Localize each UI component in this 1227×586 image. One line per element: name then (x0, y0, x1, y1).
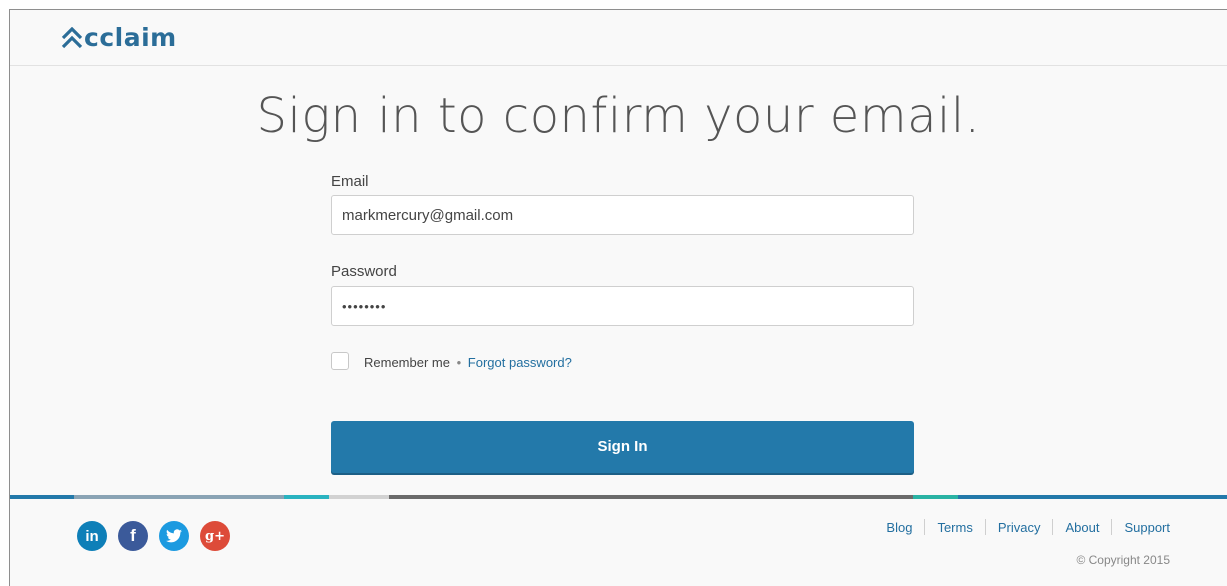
forgot-password-link[interactable]: Forgot password? (468, 355, 572, 370)
footer: in f g+ Blog Terms Privacy About Support… (10, 499, 1227, 586)
header: cclaim (10, 10, 1227, 66)
logo-chevron-icon (61, 27, 83, 49)
footer-link-support[interactable]: Support (1112, 520, 1170, 535)
footer-links: Blog Terms Privacy About Support (874, 519, 1170, 535)
remember-me-checkbox[interactable] (331, 352, 349, 370)
bullet-separator: • (456, 355, 462, 370)
brand-name: cclaim (84, 23, 177, 52)
footer-link-terms[interactable]: Terms (925, 520, 984, 535)
footer-link-blog[interactable]: Blog (874, 520, 924, 535)
social-links: in f g+ (77, 521, 230, 551)
email-field[interactable]: markmercury@gmail.com (331, 195, 914, 235)
linkedin-icon[interactable]: in (77, 521, 107, 551)
remember-me-row: Remember me • Forgot password? (364, 355, 572, 370)
twitter-bird-icon (166, 529, 182, 543)
footer-link-privacy[interactable]: Privacy (986, 520, 1053, 535)
password-field[interactable]: •••••••• (331, 286, 914, 326)
google-plus-icon[interactable]: g+ (200, 521, 230, 551)
facebook-icon[interactable]: f (118, 521, 148, 551)
sign-in-button[interactable]: Sign In (331, 421, 914, 473)
copyright-text: © Copyright 2015 (1076, 553, 1170, 567)
page: cclaim Sign in to confirm your email. Em… (9, 9, 1227, 586)
footer-link-about[interactable]: About (1053, 520, 1111, 535)
email-label: Email (331, 173, 369, 190)
remember-me-label: Remember me (364, 355, 450, 370)
password-label: Password (331, 263, 397, 280)
twitter-icon[interactable] (159, 521, 189, 551)
page-title: Sign in to confirm your email. (256, 88, 981, 144)
brand-logo[interactable]: cclaim (61, 24, 177, 52)
